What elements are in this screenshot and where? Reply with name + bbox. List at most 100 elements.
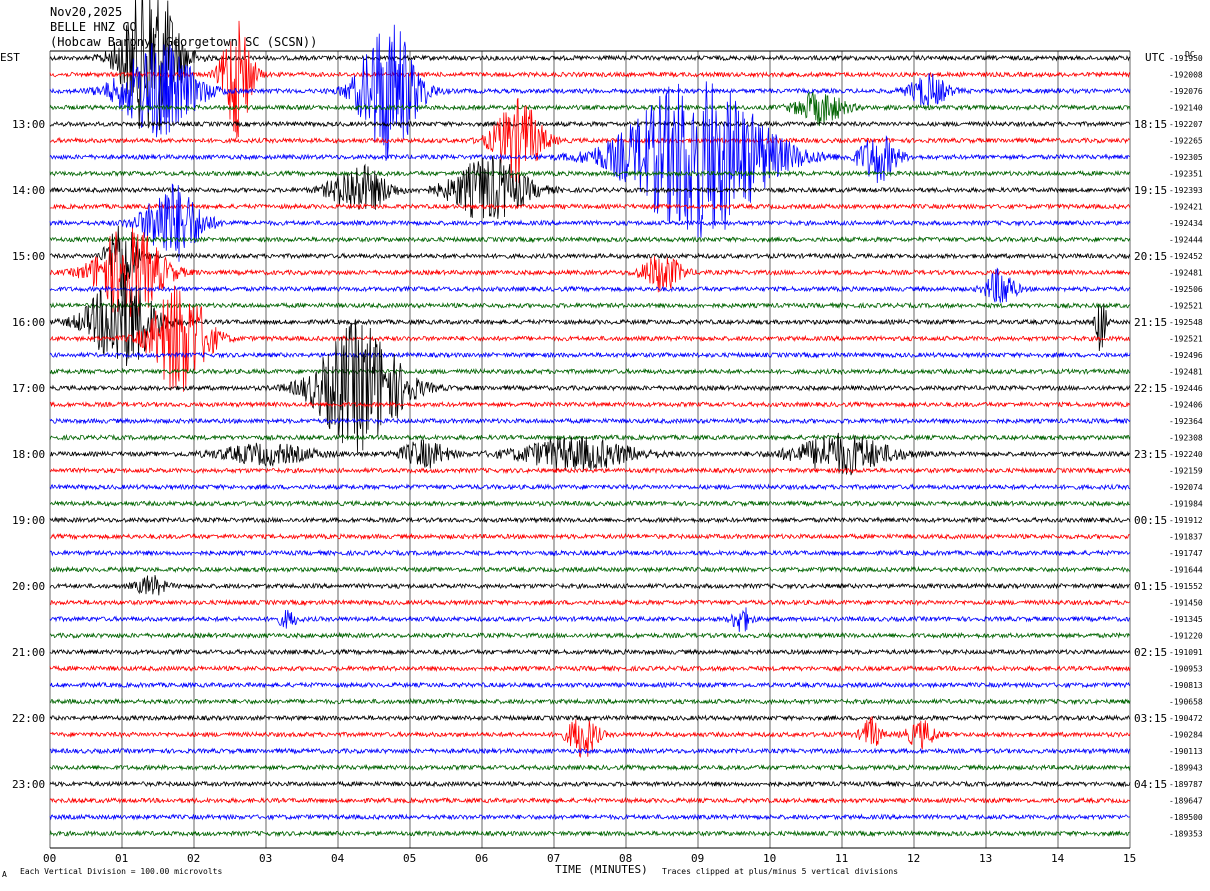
seismic-traces bbox=[49, 0, 1131, 838]
seismic-trace bbox=[49, 367, 1131, 376]
dc-offset-label: -191644 bbox=[1169, 566, 1203, 575]
seismic-trace bbox=[49, 235, 1131, 244]
dc-offset-label: -192434 bbox=[1169, 219, 1203, 228]
left-hour-label: 16:00 bbox=[12, 316, 45, 329]
seismic-trace bbox=[49, 285, 1130, 392]
x-tick-label: 00 bbox=[43, 852, 56, 865]
left-hour-labels: 13:00 14:00 15:00 16:00 17:00 18:00 19:00 20:00… bbox=[12, 118, 45, 791]
dc-offset-label: -192446 bbox=[1169, 384, 1203, 393]
dc-offset-label: -192521 bbox=[1169, 335, 1203, 344]
seismic-trace bbox=[49, 267, 1131, 303]
seismic-trace bbox=[49, 532, 1131, 541]
helicorder-plot: Nov20,2025 BELLE HNZ CO (Hobcaw Barony, … bbox=[0, 0, 1203, 879]
dc-offset-label: -192308 bbox=[1169, 434, 1203, 443]
dc-offset-label: -192364 bbox=[1169, 417, 1203, 426]
dc-offset-label: -191450 bbox=[1169, 599, 1203, 608]
x-tick-label: 11 bbox=[835, 852, 848, 865]
seismic-trace bbox=[49, 796, 1131, 805]
right-hour-label: 19:15 bbox=[1134, 184, 1167, 197]
seismic-trace bbox=[49, 97, 1131, 183]
seismic-trace bbox=[49, 0, 1131, 131]
dc-offset-label: -192548 bbox=[1169, 318, 1203, 327]
seismic-trace bbox=[49, 225, 1131, 297]
right-hour-label: 22:15 bbox=[1134, 382, 1167, 395]
right-hour-label: 21:15 bbox=[1134, 316, 1167, 329]
seismic-trace bbox=[49, 631, 1131, 640]
x-tick-label: 09 bbox=[691, 852, 704, 865]
left-timezone-label: EST bbox=[0, 51, 20, 64]
seismic-trace bbox=[49, 499, 1131, 508]
right-hour-label: 20:15 bbox=[1134, 250, 1167, 263]
seismic-trace bbox=[49, 763, 1131, 772]
dc-offset-label: -190658 bbox=[1169, 698, 1203, 707]
seismic-trace bbox=[49, 91, 1131, 127]
x-tick-label: 15 bbox=[1123, 852, 1136, 865]
seismic-trace bbox=[49, 301, 1131, 310]
x-tick-label: 06 bbox=[475, 852, 488, 865]
dc-offset-label: -192481 bbox=[1169, 269, 1203, 278]
scale-note: Each Vertical Division = 100.00 microvol… bbox=[20, 867, 222, 876]
seismic-trace bbox=[49, 227, 1131, 322]
dc-offset-label: -192506 bbox=[1169, 285, 1203, 294]
x-tick-label: 05 bbox=[403, 852, 416, 865]
x-tick-label: 01 bbox=[115, 852, 128, 865]
dc-offset-label: -192159 bbox=[1169, 467, 1203, 476]
dc-offset-label: -192240 bbox=[1169, 450, 1203, 459]
dc-offset-label: -190953 bbox=[1169, 665, 1203, 674]
right-hour-labels: 18:15 19:15 20:15 21:15 22:15 23:15 00:15 01:15… bbox=[1134, 118, 1167, 791]
dc-offset-label: -192076 bbox=[1169, 87, 1203, 96]
dc-offset-label: -189787 bbox=[1169, 780, 1203, 789]
clip-note: Traces clipped at plus/minus 5 vertical … bbox=[662, 867, 898, 876]
seismic-trace bbox=[49, 714, 1131, 722]
dc-offset-label: -192305 bbox=[1169, 153, 1203, 162]
dc-offset-label: -192351 bbox=[1169, 170, 1203, 179]
dc-offset-label: -192074 bbox=[1169, 483, 1203, 492]
left-hour-label: 14:00 bbox=[12, 184, 45, 197]
dc-offset-label: -191220 bbox=[1169, 632, 1203, 641]
seismic-trace bbox=[49, 549, 1131, 557]
left-hour-label: 18:00 bbox=[12, 448, 45, 461]
dc-offset-label: -191984 bbox=[1169, 500, 1203, 509]
station-label: BELLE HNZ CO bbox=[50, 20, 137, 34]
left-hour-label: 22:00 bbox=[12, 712, 45, 725]
dc-offset-label: -192481 bbox=[1169, 368, 1203, 377]
seismic-trace bbox=[49, 607, 1131, 632]
right-hour-label: 00:15 bbox=[1134, 514, 1167, 527]
dc-offset-label: -192140 bbox=[1169, 104, 1203, 113]
dc-offset-label: -191837 bbox=[1169, 533, 1203, 542]
dc-offset-label: -190284 bbox=[1169, 731, 1203, 740]
seismic-trace bbox=[49, 780, 1131, 788]
seismic-trace bbox=[49, 417, 1131, 425]
dc-offset-label: -189647 bbox=[1169, 797, 1203, 806]
dc-offset-label: -189500 bbox=[1169, 813, 1203, 822]
corner-mark: A bbox=[2, 870, 7, 879]
dc-offset-label: -191552 bbox=[1169, 582, 1203, 591]
date-label: Nov20,2025 bbox=[50, 5, 122, 19]
dc-offset-label: -190813 bbox=[1169, 681, 1203, 690]
left-hour-label: 15:00 bbox=[12, 250, 45, 263]
x-axis-title: TIME (MINUTES) bbox=[555, 863, 648, 876]
right-hour-label: 18:15 bbox=[1134, 118, 1167, 131]
left-hour-label: 13:00 bbox=[12, 118, 45, 131]
seismic-trace bbox=[49, 120, 1131, 128]
dc-offset-label: -192265 bbox=[1169, 137, 1203, 146]
seismic-trace bbox=[49, 156, 1131, 219]
seismic-trace bbox=[49, 516, 1131, 524]
left-hour-label: 21:00 bbox=[12, 646, 45, 659]
dc-offset-label: -192444 bbox=[1169, 236, 1203, 245]
dc-offset-label: -192496 bbox=[1169, 351, 1203, 360]
dc-offset-label: -189943 bbox=[1169, 764, 1203, 773]
dc-offset-labels: -191950 -192008 -192076 -192140 -192207 -1922… bbox=[1169, 54, 1203, 839]
seismic-trace bbox=[49, 575, 1131, 596]
x-tick-label: 02 bbox=[187, 852, 200, 865]
seismic-trace bbox=[49, 400, 1131, 409]
left-hour-label: 17:00 bbox=[12, 382, 45, 395]
seismic-trace bbox=[49, 697, 1131, 706]
left-hour-label: 19:00 bbox=[12, 514, 45, 527]
right-hour-label: 04:15 bbox=[1134, 778, 1167, 791]
dc-offset-label: -191912 bbox=[1169, 516, 1203, 525]
x-tick-label: 14 bbox=[1051, 852, 1065, 865]
seismic-trace bbox=[49, 664, 1131, 673]
seismic-trace bbox=[49, 813, 1131, 821]
dc-offset-label: -191950 bbox=[1169, 54, 1203, 63]
